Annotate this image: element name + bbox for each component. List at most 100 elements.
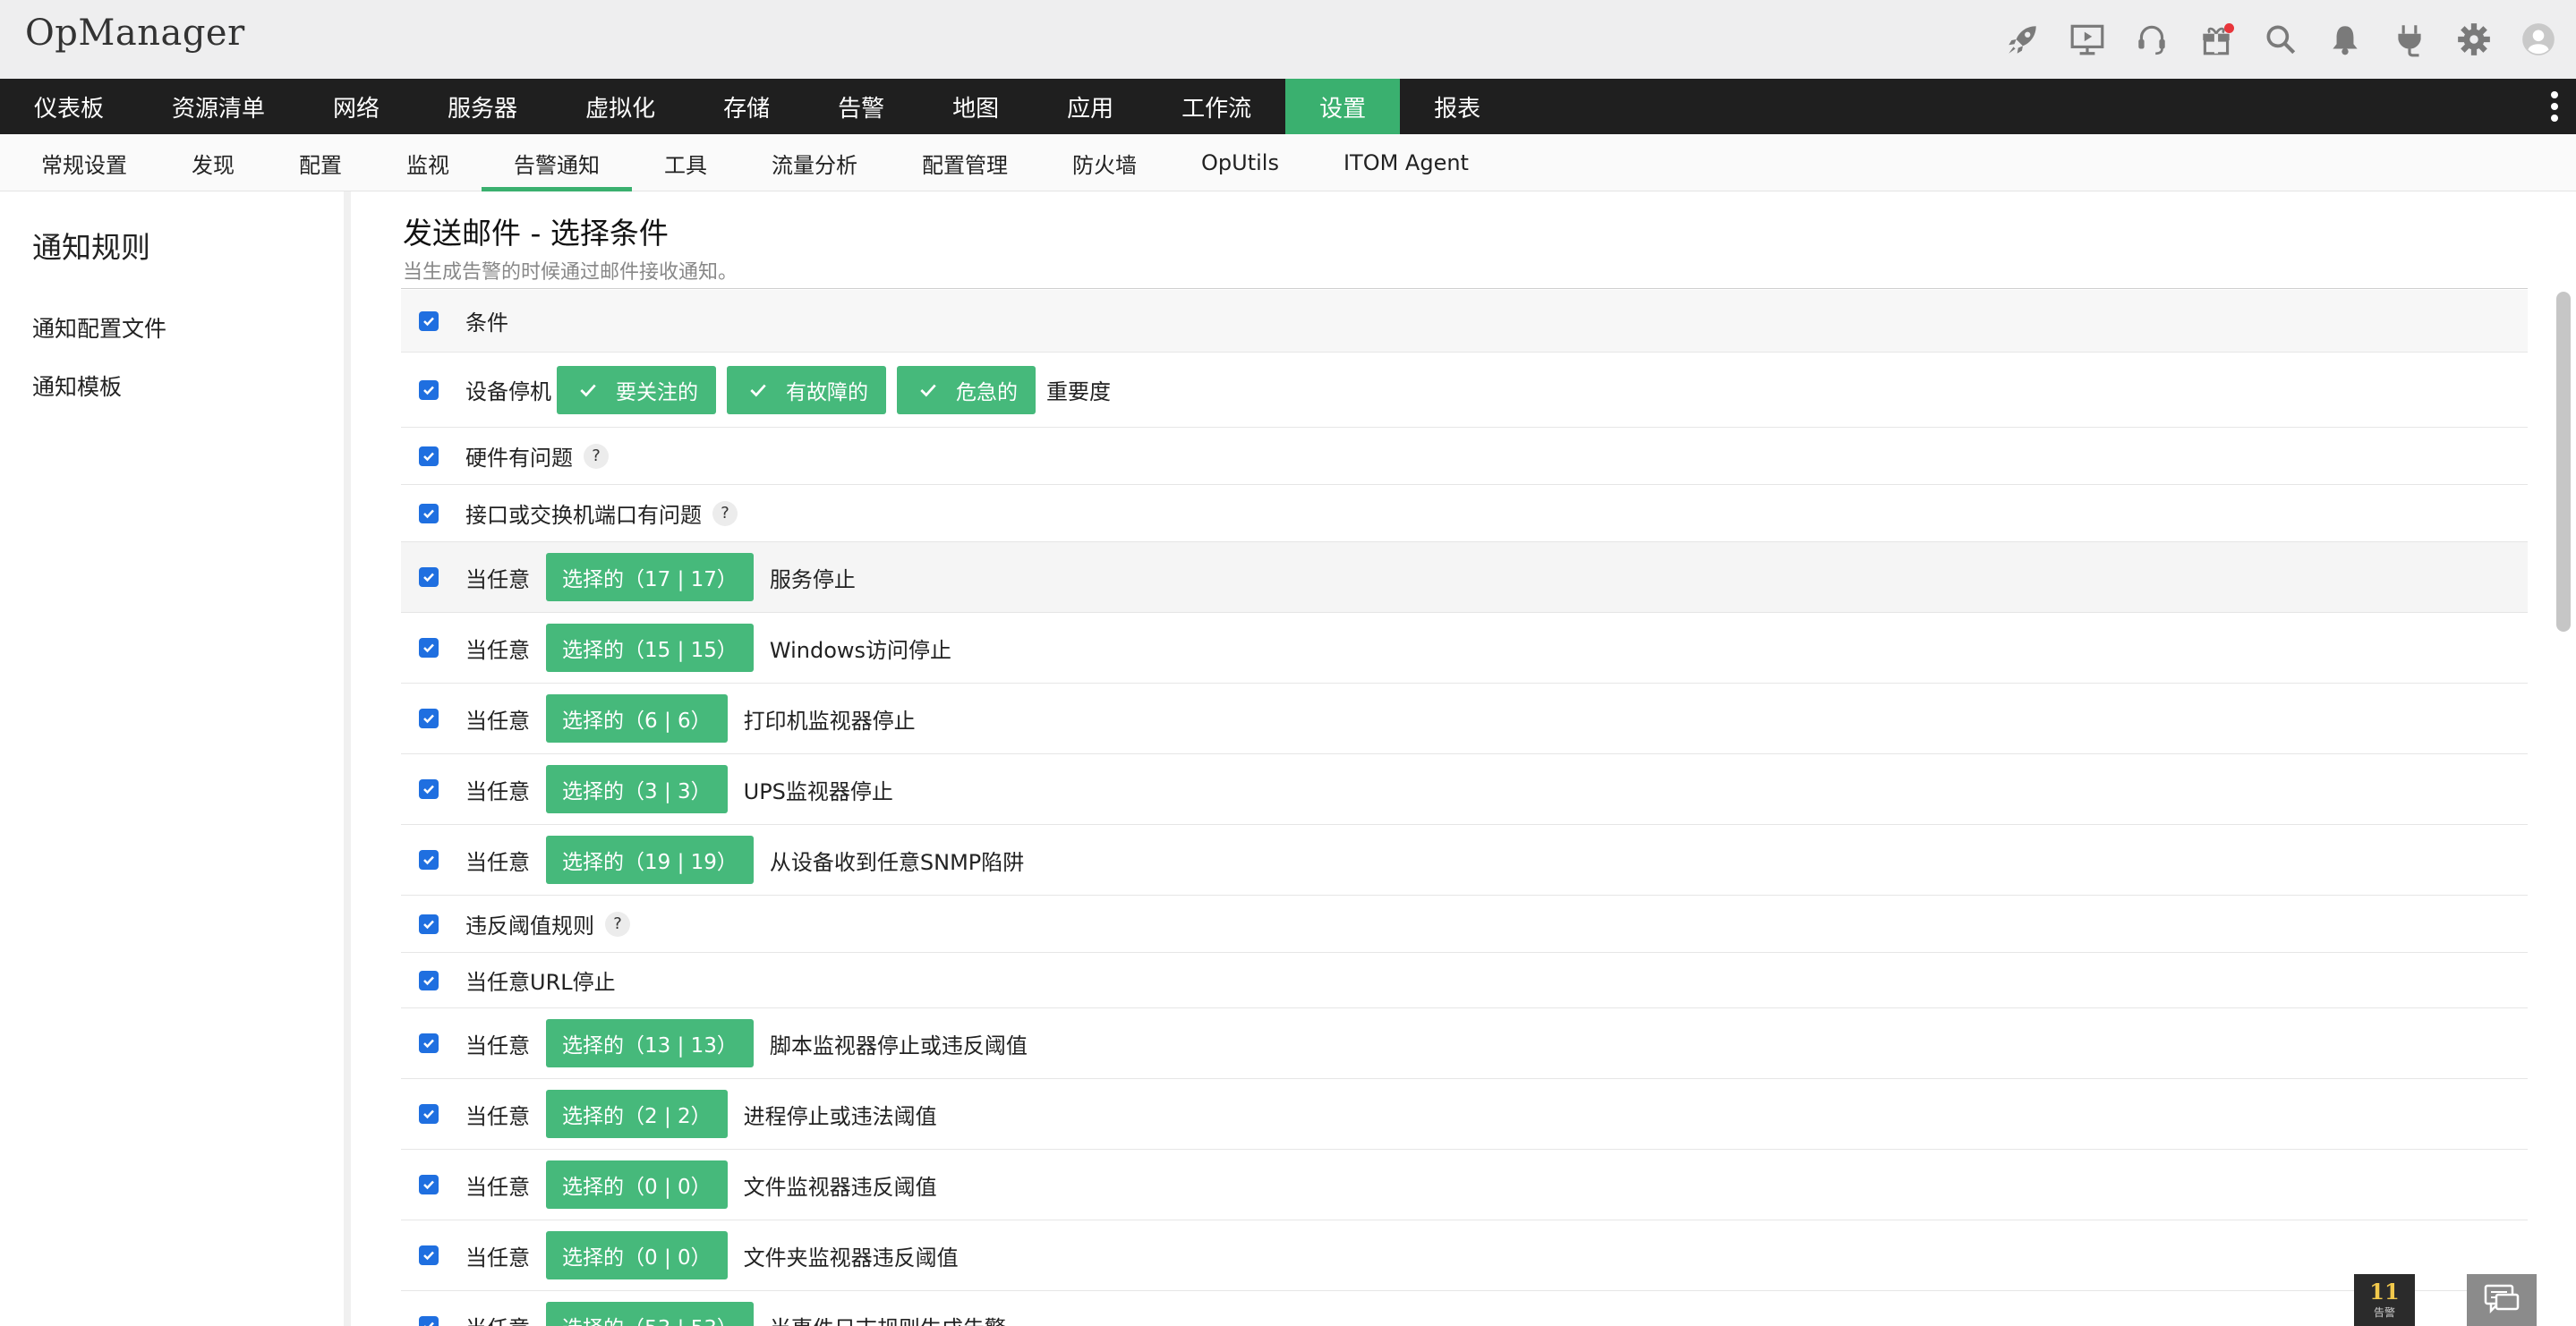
main-nav-item-network[interactable]: 网络 — [299, 79, 414, 134]
sub-nav-item-general-settings[interactable]: 常规设置 — [9, 134, 159, 191]
event-log-checkbox[interactable] — [419, 1316, 439, 1326]
main-nav-item-alarms[interactable]: 告警 — [804, 79, 918, 134]
ups-label: UPS监视器停止 — [743, 778, 893, 804]
check-icon — [750, 384, 766, 396]
hardware-checkbox[interactable] — [419, 446, 439, 466]
threshold-checkbox[interactable] — [419, 914, 439, 934]
row-prefix-label: 当任意 — [465, 708, 530, 734]
sub-nav-item-configuration[interactable]: 配置 — [267, 134, 374, 191]
services-checkbox[interactable] — [419, 567, 439, 587]
alarm-count-widget[interactable]: 11 告警 — [2354, 1274, 2415, 1326]
row-prefix-label: 当任意 — [465, 1311, 530, 1326]
file-monitor-select-button[interactable]: 选择的（0 | 0） — [546, 1160, 728, 1209]
main-nav-item-dashboard[interactable]: 仪表板 — [0, 79, 138, 134]
sub-nav-item-monitoring[interactable]: 监视 — [374, 134, 482, 191]
sidebar-link-notification-profiles[interactable]: 通知配置文件 — [32, 311, 166, 344]
printer-select-button[interactable]: 选择的（6 | 6） — [546, 694, 728, 743]
interface-checkbox[interactable] — [419, 503, 439, 523]
chat-widget[interactable] — [2467, 1274, 2537, 1326]
process-select-button[interactable]: 选择的（2 | 2） — [546, 1090, 728, 1138]
windows-select-button[interactable]: 选择的（15 | 15） — [546, 624, 754, 672]
title-divider — [401, 288, 2528, 289]
app-header: OpManager — [0, 0, 2576, 79]
check-icon — [580, 384, 596, 396]
script-checkbox[interactable] — [419, 1033, 439, 1053]
hardware-label: 硬件有问题 — [465, 446, 573, 471]
support-headset-icon[interactable] — [2120, 11, 2184, 68]
bell-icon[interactable] — [2313, 11, 2377, 68]
content-scrollbar[interactable] — [2556, 292, 2571, 632]
criteria-row-device-down: 设备停机 要关注的 有故障的 危急的 重要度 — [401, 353, 2528, 428]
event-log-select-button[interactable]: 选择的（53 | 53） — [546, 1302, 754, 1326]
url-label: 当任意URL停止 — [465, 970, 616, 995]
criteria-row-interface: 接口或交换机端口有问题 ? — [401, 485, 2528, 542]
criteria-row-file-monitor: 当任意 选择的（0 | 0） 文件监视器违反阈值 — [401, 1150, 2528, 1220]
services-select-button[interactable]: 选择的（17 | 17） — [546, 553, 754, 601]
process-label: 进程停止或违法阈值 — [743, 1103, 937, 1129]
device-down-checkbox[interactable] — [419, 379, 439, 400]
presentation-icon[interactable] — [2055, 11, 2120, 68]
snmp-trap-select-button[interactable]: 选择的（19 | 19） — [546, 836, 754, 884]
more-options-icon[interactable] — [2547, 91, 2562, 122]
row-prefix-label: 当任意 — [465, 566, 530, 592]
row-prefix-label: 当任意 — [465, 1174, 530, 1200]
main-nav-item-inventory[interactable]: 资源清单 — [138, 79, 299, 134]
criteria-row-printer: 当任意 选择的（6 | 6） 打印机监视器停止 — [401, 684, 2528, 754]
criteria-row-services: 当任意 选择的（17 | 17） 服务停止 — [401, 542, 2528, 613]
services-label: 服务停止 — [769, 566, 856, 592]
alarm-count-label: 告警 — [2373, 1305, 2395, 1319]
main-nav-item-servers[interactable]: 服务器 — [414, 79, 551, 134]
main-nav-item-workflow[interactable]: 工作流 — [1147, 79, 1285, 134]
sub-nav-item-config-management[interactable]: 配置管理 — [890, 134, 1040, 191]
windows-checkbox[interactable] — [419, 638, 439, 658]
sub-nav-item-notifications[interactable]: 告警通知 — [482, 134, 632, 191]
main-nav-item-settings[interactable]: 设置 — [1285, 79, 1401, 134]
help-icon[interactable]: ? — [712, 500, 738, 526]
gear-icon[interactable] — [2442, 11, 2506, 68]
user-avatar-icon[interactable] — [2506, 11, 2571, 68]
severity-attention-toggle[interactable]: 要关注的 — [557, 365, 716, 414]
row-prefix-label: 当任意 — [465, 1245, 530, 1271]
snmp-trap-checkbox[interactable] — [419, 850, 439, 870]
chat-icon — [2484, 1284, 2520, 1314]
main-nav-item-maps[interactable]: 地图 — [918, 79, 1033, 134]
printer-checkbox[interactable] — [419, 709, 439, 728]
ups-checkbox[interactable] — [419, 779, 439, 799]
main-nav-item-reports[interactable]: 报表 — [1400, 79, 1514, 134]
script-select-button[interactable]: 选择的（13 | 13） — [546, 1019, 754, 1067]
severity-trouble-toggle[interactable]: 有故障的 — [727, 365, 886, 414]
url-checkbox[interactable] — [419, 970, 439, 990]
plug-icon[interactable] — [2377, 11, 2442, 68]
help-icon[interactable]: ? — [584, 443, 609, 469]
select-all-checkbox[interactable] — [419, 310, 439, 331]
main-nav-item-apps[interactable]: 应用 — [1033, 79, 1147, 134]
main-nav-item-storage[interactable]: 存储 — [689, 79, 804, 134]
sub-nav-item-flow-analysis[interactable]: 流量分析 — [739, 134, 890, 191]
process-checkbox[interactable] — [419, 1104, 439, 1124]
main-nav-item-virtualization[interactable]: 虚拟化 — [551, 79, 689, 134]
header-icon-bar — [1991, 11, 2571, 68]
folder-monitor-select-button[interactable]: 选择的（0 | 0） — [546, 1231, 728, 1279]
sub-nav-item-oputils[interactable]: OpUtils — [1169, 134, 1311, 191]
sub-nav-item-tools[interactable]: 工具 — [632, 134, 739, 191]
criteria-row-ups: 当任意 选择的（3 | 3） UPS监视器停止 — [401, 754, 2528, 825]
main-content: 发送邮件 - 选择条件 当生成告警的时候通过邮件接收通知。 条件 设备停机 要关… — [358, 191, 2576, 1326]
search-icon[interactable] — [2248, 11, 2313, 68]
folder-monitor-checkbox[interactable] — [419, 1245, 439, 1265]
snmp-trap-label: 从设备收到任意SNMP陷阱 — [769, 849, 1025, 875]
row-prefix-label: 当任意 — [465, 778, 530, 804]
criteria-row-script: 当任意 选择的（13 | 13） 脚本监视器停止或违反阈值 — [401, 1008, 2528, 1079]
gift-icon[interactable] — [2184, 11, 2248, 68]
app-logo[interactable]: OpManager — [25, 13, 245, 54]
sidebar-title: 通知规则 — [32, 230, 150, 265]
help-icon[interactable]: ? — [605, 911, 630, 937]
ups-select-button[interactable]: 选择的（3 | 3） — [546, 765, 728, 813]
interface-label: 接口或交换机端口有问题 — [465, 503, 702, 528]
sub-nav-item-itom-agent[interactable]: ITOM Agent — [1311, 134, 1501, 191]
file-monitor-checkbox[interactable] — [419, 1175, 439, 1194]
severity-critical-toggle[interactable]: 危急的 — [897, 365, 1036, 414]
sub-nav-item-firewall[interactable]: 防火墙 — [1040, 134, 1169, 191]
sidebar-link-notification-templates[interactable]: 通知模板 — [32, 370, 122, 402]
sub-nav-item-discovery[interactable]: 发现 — [159, 134, 267, 191]
rocket-icon[interactable] — [1991, 11, 2055, 68]
